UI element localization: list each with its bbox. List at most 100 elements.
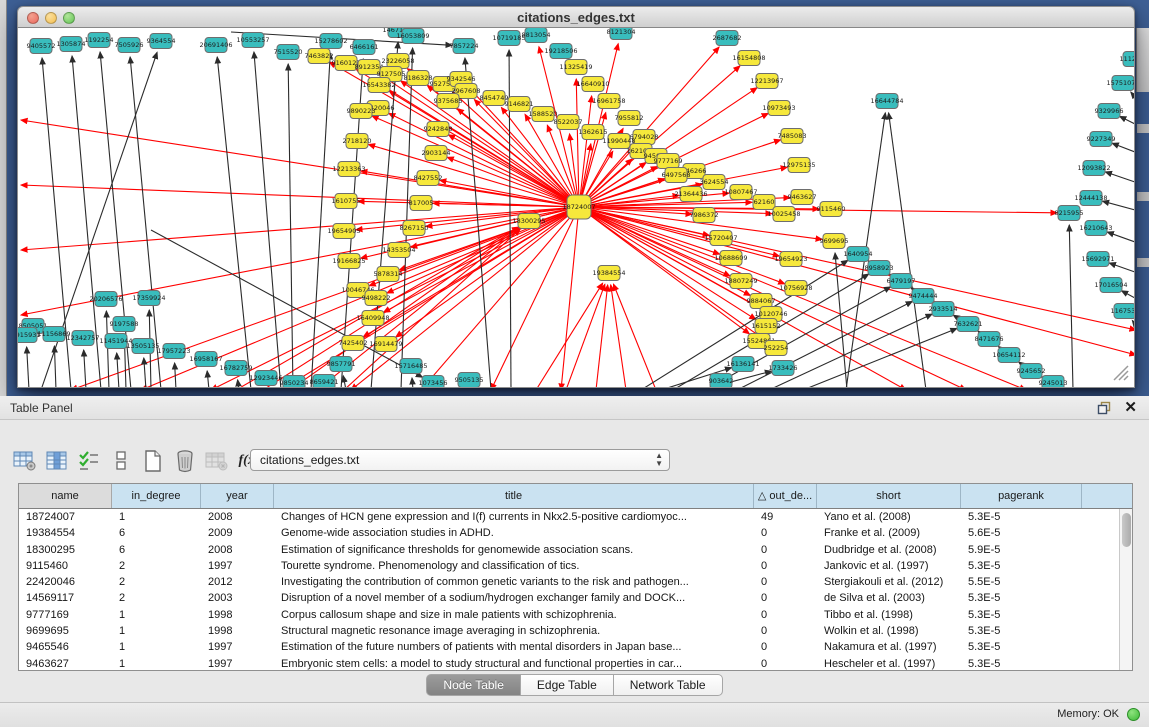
graph-node[interactable]: 6479197 [887, 274, 916, 289]
graph-node[interactable]: 6466161 [350, 40, 379, 55]
graph-node[interactable]: 12213967 [750, 74, 783, 89]
graph-node[interactable]: 9245652 [1017, 364, 1046, 379]
column-header-title[interactable]: title [274, 484, 754, 508]
graph-node[interactable]: 16154808 [732, 51, 765, 66]
graph-node[interactable]: 1610755 [332, 194, 361, 209]
window-minimize-button[interactable] [45, 12, 57, 24]
table-cell-pagerank[interactable]: 5.3E-5 [961, 509, 1082, 525]
resize-grip-icon[interactable] [1114, 366, 1128, 380]
table-cell-name[interactable]: 19384554 [19, 525, 112, 541]
table-cell-year[interactable]: 1997 [201, 558, 274, 574]
graph-node[interactable]: 9115460 [817, 202, 846, 217]
graph-node[interactable]: 1192254 [85, 33, 114, 48]
graph-node[interactable]: 10553257 [236, 33, 269, 48]
graph-node[interactable]: 7515520 [274, 45, 303, 60]
table-cell-out_degree[interactable]: 0 [754, 574, 817, 590]
table-cell-year[interactable]: 1997 [201, 639, 274, 655]
table-row[interactable]: 969969511998Structural magnetic resonanc… [19, 623, 1132, 639]
graph-node[interactable]: 12342757 [66, 331, 99, 346]
table-cell-pagerank[interactable]: 5.3E-5 [961, 656, 1082, 671]
table-cell-in_degree[interactable]: 1 [112, 509, 201, 525]
graph-node[interactable]: 903642 [709, 374, 734, 388]
table-cell-short[interactable]: Hescheler et al. (1997) [817, 656, 961, 671]
citation-network-graph[interactable]: 1872400794055721305874119225475059269364… [18, 28, 1134, 387]
scrollbar-thumb[interactable] [1122, 513, 1131, 547]
table-cell-name[interactable]: 14569117 [19, 590, 112, 606]
graph-node[interactable]: 7632621 [954, 317, 983, 332]
table-cell-title[interactable]: Tourette syndrome. Phenomenology and cla… [274, 558, 754, 574]
graph-node[interactable]: 1112753 [1120, 52, 1134, 67]
table-cell-out_degree[interactable]: 0 [754, 525, 817, 541]
graph-node[interactable]: 1640954 [844, 247, 873, 262]
table-cell-in_degree[interactable]: 6 [112, 525, 201, 541]
table-cell-name[interactable]: 9463627 [19, 656, 112, 671]
column-header-in_degree[interactable]: in_degree [112, 484, 201, 508]
graph-node[interactable]: 7955812 [615, 111, 644, 126]
graph-node[interactable]: 252254 [764, 341, 789, 356]
table-cell-year[interactable]: 2008 [201, 542, 274, 558]
network-canvas[interactable]: 1872400794055721305874119225475059269364… [17, 28, 1135, 388]
table-cell-in_degree[interactable]: 2 [112, 558, 201, 574]
table-cell-pagerank[interactable]: 5.3E-5 [961, 607, 1082, 623]
graph-node[interactable]: 8659421 [310, 375, 339, 388]
table-cell-name[interactable]: 18300295 [19, 542, 112, 558]
graph-node[interactable]: 7986372 [690, 208, 719, 223]
graph-node[interactable]: 8813054 [522, 28, 551, 43]
table-cell-in_degree[interactable]: 1 [112, 623, 201, 639]
column-header-name[interactable]: name [19, 484, 112, 508]
column-header-pagerank[interactable]: pagerank [961, 484, 1082, 508]
graph-node[interactable]: 9375685 [434, 94, 463, 109]
graph-node[interactable]: 7463822 [305, 49, 334, 64]
graph-node[interactable]: 20691406 [199, 38, 232, 53]
graph-node[interactable]: 16782759 [219, 361, 252, 376]
tab-node-table[interactable]: Node Table [426, 674, 520, 696]
graph-node[interactable]: 15720407 [704, 231, 737, 246]
table-cell-out_degree[interactable]: 0 [754, 656, 817, 671]
graph-node[interactable]: 7505926 [115, 38, 144, 53]
tab-network-table[interactable]: Network Table [613, 674, 723, 696]
graph-node[interactable]: 9245013 [1039, 376, 1068, 388]
vertical-scrollbar[interactable] [1119, 509, 1132, 671]
table-cell-year[interactable]: 2009 [201, 525, 274, 541]
graph-node[interactable]: 19166825 [332, 254, 365, 269]
graph-node[interactable]: 11325419 [559, 60, 592, 75]
table-cell-name[interactable]: 9777169 [19, 607, 112, 623]
table-row[interactable]: 2242004622012Investigating the contribut… [19, 574, 1132, 590]
table-row[interactable]: 1456911722003Disruption of a novel membe… [19, 590, 1132, 606]
table-cell-year[interactable]: 1998 [201, 607, 274, 623]
graph-node[interactable]: 12975135 [782, 158, 815, 173]
table-cell-pagerank[interactable]: 5.3E-5 [961, 590, 1082, 606]
graph-node[interactable]: 2903144 [422, 146, 451, 161]
graph-node[interactable]: 8471676 [975, 332, 1004, 347]
graph-node[interactable]: 9474444 [909, 289, 938, 304]
table-cell-pagerank[interactable]: 5.3E-5 [961, 639, 1082, 655]
table-cell-short[interactable]: Stergiakouli et al. (2012) [817, 574, 961, 590]
graph-node[interactable]: 20206576 [89, 292, 122, 307]
graph-node[interactable]: 19218506 [544, 44, 577, 59]
table-cell-short[interactable]: Wolkin et al. (1998) [817, 623, 961, 639]
show-columns-icon[interactable] [42, 446, 72, 476]
table-row[interactable]: 1830029562008Estimation of significance … [19, 542, 1132, 558]
table-cell-out_degree[interactable]: 0 [754, 590, 817, 606]
table-cell-pagerank[interactable]: 5.3E-5 [961, 558, 1082, 574]
network-table-selector[interactable]: citations_edges.txt ▲▼ [250, 449, 670, 471]
graph-node[interactable]: 9329966 [1095, 104, 1124, 119]
table-cell-year[interactable]: 2008 [201, 509, 274, 525]
table-row[interactable]: 977716911998Corpus callosum shape and si… [19, 607, 1132, 623]
graph-node[interactable]: 14353504 [382, 243, 415, 258]
graph-node[interactable]: 9699695 [820, 234, 849, 249]
table-row[interactable]: 911546021997Tourette syndrome. Phenomeno… [19, 558, 1132, 574]
table-cell-short[interactable]: Yano et al. (2008) [817, 509, 961, 525]
graph-node[interactable]: 15751074 [1106, 76, 1134, 91]
graph-node[interactable]: 9498222 [362, 291, 391, 306]
window-zoom-button[interactable] [63, 12, 75, 24]
table-cell-name[interactable]: 9699695 [19, 623, 112, 639]
graph-node[interactable]: 62160 [753, 195, 775, 210]
graph-node[interactable]: 8215955 [1055, 206, 1084, 221]
table-cell-year[interactable]: 1998 [201, 623, 274, 639]
table-cell-out_degree[interactable]: 0 [754, 542, 817, 558]
table-cell-pagerank[interactable]: 5.3E-5 [961, 623, 1082, 639]
graph-node[interactable]: 19654923 [774, 252, 807, 267]
graph-node[interactable]: 9857791 [327, 357, 356, 372]
graph-node[interactable]: 9890223 [347, 104, 376, 119]
